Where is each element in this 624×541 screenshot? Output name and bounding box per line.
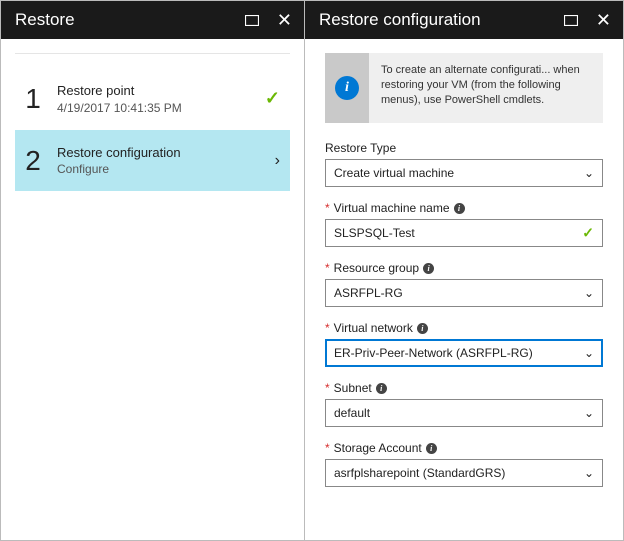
chevron-down-icon: ⌄: [584, 406, 594, 420]
required-asterisk: *: [325, 321, 330, 335]
step-restore-config[interactable]: 2 Restore configuration Configure ›: [15, 130, 290, 192]
vnet-value: ER-Priv-Peer-Network (ASRFPL-RG): [334, 346, 533, 360]
info-icon[interactable]: i: [454, 203, 465, 214]
close-icon[interactable]: ✕: [592, 7, 615, 33]
storage-select[interactable]: asrfplsharepoint (StandardGRS) ⌄: [325, 459, 603, 487]
vm-name-value: SLSPSQL-Test: [334, 226, 415, 240]
vnet-label: Virtual network: [334, 321, 413, 335]
step-list: 1 Restore point 4/19/2017 10:41:35 PM ✓ …: [1, 54, 304, 205]
resource-group-select[interactable]: ASRFPL-RG ⌄: [325, 279, 603, 307]
info-callout: i To create an alternate configurati... …: [325, 53, 603, 123]
left-title: Restore: [15, 10, 241, 30]
subnet-label: Subnet: [334, 381, 372, 395]
chevron-right-icon: ›: [275, 152, 280, 170]
restore-type-value: Create virtual machine: [334, 166, 454, 180]
check-icon: ✓: [265, 88, 280, 109]
restore-type-label: Restore Type: [325, 141, 396, 155]
step-subtitle: Configure: [57, 161, 263, 177]
required-asterisk: *: [325, 441, 330, 455]
step-title: Restore point: [57, 82, 253, 100]
validation-check-icon: ✓: [582, 225, 594, 242]
info-icon[interactable]: i: [423, 263, 434, 274]
resource-group-value: ASRFPL-RG: [334, 286, 403, 300]
resource-group-label: Resource group: [334, 261, 419, 275]
vm-name-label: Virtual machine name: [334, 201, 450, 215]
step-title: Restore configuration: [57, 144, 263, 162]
left-header: Restore ✕: [1, 1, 304, 39]
restore-icon[interactable]: [560, 11, 582, 30]
step-number: 2: [21, 145, 45, 177]
info-text: To create an alternate configurati... wh…: [369, 53, 603, 118]
restore-icon[interactable]: [241, 11, 263, 30]
step-number: 1: [21, 83, 45, 115]
chevron-down-icon: ⌄: [584, 466, 594, 480]
storage-label: Storage Account: [334, 441, 422, 455]
required-asterisk: *: [325, 381, 330, 395]
info-icon[interactable]: i: [376, 383, 387, 394]
restore-type-select[interactable]: Create virtual machine ⌄: [325, 159, 603, 187]
vnet-select[interactable]: ER-Priv-Peer-Network (ASRFPL-RG) ⌄: [325, 339, 603, 367]
close-icon[interactable]: ✕: [273, 7, 296, 33]
right-header: Restore configuration ✕: [305, 1, 623, 39]
info-icon: i: [325, 53, 369, 123]
storage-value: asrfplsharepoint (StandardGRS): [334, 466, 505, 480]
subnet-value: default: [334, 406, 370, 420]
chevron-down-icon: ⌄: [584, 166, 594, 180]
step-restore-point[interactable]: 1 Restore point 4/19/2017 10:41:35 PM ✓: [15, 68, 290, 130]
info-icon[interactable]: i: [426, 443, 437, 454]
required-asterisk: *: [325, 201, 330, 215]
required-asterisk: *: [325, 261, 330, 275]
vm-name-input[interactable]: SLSPSQL-Test ✓: [325, 219, 603, 247]
right-title: Restore configuration: [319, 10, 560, 30]
subnet-select[interactable]: default ⌄: [325, 399, 603, 427]
step-subtitle: 4/19/2017 10:41:35 PM: [57, 100, 253, 116]
chevron-down-icon: ⌄: [584, 346, 594, 360]
chevron-down-icon: ⌄: [584, 286, 594, 300]
info-icon[interactable]: i: [417, 323, 428, 334]
